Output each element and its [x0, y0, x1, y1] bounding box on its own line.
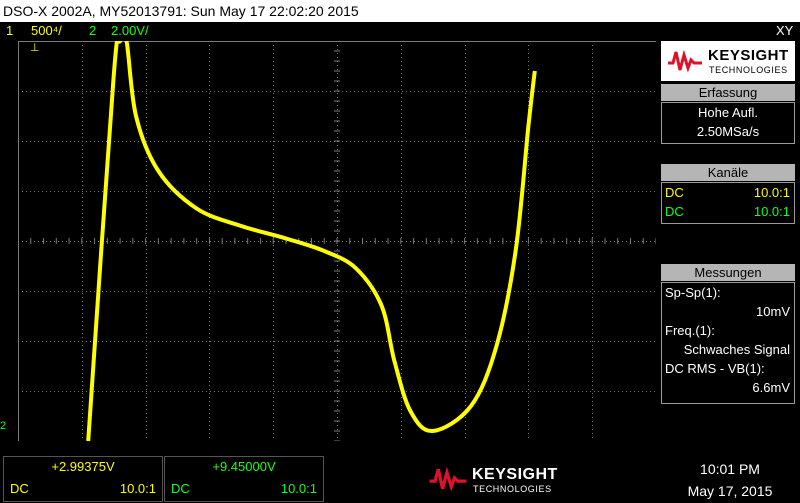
- logo-sub: TECHNOLOGIES: [709, 65, 788, 75]
- bottom-logo-name: KEYSIGHT: [472, 466, 558, 483]
- measurements-header[interactable]: Messungen: [661, 264, 795, 281]
- ch2-probe: 10.0:1: [753, 204, 790, 219]
- acquisition-header[interactable]: Erfassung: [661, 84, 795, 101]
- meas-freq-label: Freq.(1):: [665, 323, 715, 338]
- logo-name: KEYSIGHT: [708, 47, 789, 64]
- ch1-offset-box[interactable]: +2.99375V DC 10.0:1: [3, 456, 163, 502]
- mode-indicator: XY: [776, 23, 794, 38]
- title-bar: DSO-X 2002A, MY52013791: Sun May 17 22:0…: [0, 0, 800, 22]
- channel-scale-bar: 1 500⁴/ 2 2.00V/ XY: [0, 22, 800, 40]
- ch1-coupling: DC: [665, 185, 684, 200]
- channels-box: DC 10.0:1 DC 10.0:1: [661, 182, 795, 224]
- channel-row-1: DC 10.0:1: [662, 183, 794, 202]
- bottom-keysight-logo: KEYSIGHT TECHNOLOGIES: [428, 464, 558, 494]
- ch2-offset-box[interactable]: +9.45000V DC 10.0:1: [164, 456, 324, 502]
- bottom-logo-sub: TECHNOLOGIES: [473, 484, 552, 494]
- meas-pkpk-value: 10mV: [756, 304, 790, 319]
- bottom-status-bar: +2.99375V DC 10.0:1 +9.45000V DC 10.0:1 …: [0, 456, 800, 503]
- channel-row-2: DC 10.0:1: [662, 202, 794, 221]
- acquisition-mode: Hohe Aufl.: [698, 105, 758, 120]
- ch1-ground-marker[interactable]: ⊥: [30, 41, 40, 54]
- ch2-scale[interactable]: 2.00V/: [111, 22, 149, 40]
- meas-rms-label: DC RMS - VB(1):: [665, 361, 765, 376]
- channels-header[interactable]: Kanäle: [661, 164, 795, 181]
- keysight-logo: KEYSIGHT TECHNOLOGIES: [661, 41, 795, 81]
- keysight-wave-icon: [429, 466, 467, 492]
- ch1-bottom-probe: 10.0:1: [119, 481, 156, 496]
- sample-rate: 2.50MSa/s: [696, 124, 760, 139]
- xy-plot: [18, 41, 656, 441]
- keysight-wave-icon: [668, 49, 702, 73]
- ch2-bottom-probe: 10.0:1: [280, 481, 317, 496]
- ch2-offset-value: +9.45000V: [212, 459, 276, 474]
- ch1-number[interactable]: 1: [6, 22, 13, 40]
- clock: 10:01 PM May 17, 2015: [660, 458, 800, 502]
- right-info-panel: KEYSIGHT TECHNOLOGIES Erfassung Hohe Auf…: [661, 41, 800, 441]
- ch2-bottom-coupling: DC: [171, 481, 190, 496]
- meas-rms-value: 6.6mV: [752, 380, 790, 395]
- ch2-ground-marker[interactable]: 2: [0, 420, 6, 432]
- ch1-offset-value: +2.99375V: [51, 459, 115, 474]
- ch1-probe: 10.0:1: [753, 185, 790, 200]
- meas-freq-value: Schwaches Signal: [683, 342, 790, 357]
- meas-pkpk-label: Sp-Sp(1):: [665, 285, 721, 300]
- waveform-display[interactable]: [18, 41, 656, 441]
- ch1-scale[interactable]: 500⁴/: [31, 22, 62, 40]
- acquisition-box: Hohe Aufl. 2.50MSa/s: [661, 102, 795, 144]
- measurements-box: Sp-Sp(1): 10mV Freq.(1): Schwaches Signa…: [661, 282, 795, 404]
- ch2-number[interactable]: 2: [89, 22, 96, 40]
- clock-time: 10:01 PM: [700, 461, 760, 477]
- ch2-coupling: DC: [665, 204, 684, 219]
- clock-date: May 17, 2015: [687, 483, 773, 499]
- ch1-bottom-coupling: DC: [10, 481, 29, 496]
